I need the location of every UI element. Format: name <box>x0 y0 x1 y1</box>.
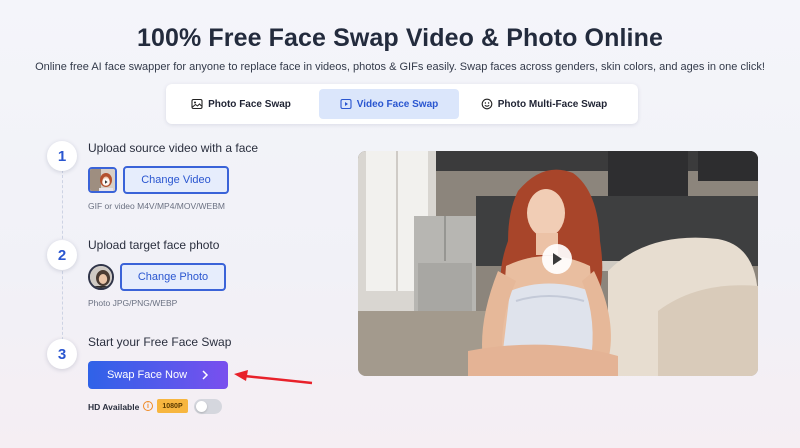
chevron-right-icon <box>202 370 209 380</box>
info-icon[interactable]: i <box>143 401 153 411</box>
step-3-title: Start your Free Face Swap <box>88 335 232 349</box>
change-photo-button[interactable]: Change Photo <box>120 263 226 291</box>
tab-photo-face-swap[interactable]: Photo Face Swap <box>171 89 311 119</box>
step-2-number: 2 <box>47 240 77 270</box>
page-subtitle: Online free AI face swapper for anyone t… <box>35 61 765 73</box>
step-3-number: 3 <box>47 339 77 369</box>
image-icon <box>191 98 203 110</box>
pointer-arrow-icon <box>234 370 313 385</box>
hd-toggle[interactable] <box>194 399 222 414</box>
step-1-title: Upload source video with a face <box>88 141 259 155</box>
video-format-hint: GIF or video M4V/MP4/MOV/WEBM <box>88 201 225 211</box>
multi-face-icon <box>481 98 493 110</box>
swap-face-now-button[interactable]: Swap Face Now <box>88 361 228 389</box>
target-face-thumbnail[interactable] <box>88 264 114 290</box>
tab-video-face-swap[interactable]: Video Face Swap <box>319 89 459 119</box>
toggle-knob <box>196 401 207 412</box>
tab-label: Photo Multi-Face Swap <box>497 98 608 110</box>
step-1-number: 1 <box>47 141 77 171</box>
video-icon <box>340 98 352 110</box>
change-video-button[interactable]: Change Video <box>123 166 229 194</box>
resolution-badge: 1080P <box>157 399 188 413</box>
tab-label: Photo Face Swap <box>208 98 291 110</box>
source-video-thumbnail[interactable] <box>88 167 117 193</box>
swap-button-label: Swap Face Now <box>106 369 188 381</box>
photo-format-hint: Photo JPG/PNG/WEBP <box>88 298 178 308</box>
hd-available-label: HD Available <box>88 402 140 412</box>
play-icon <box>553 253 562 265</box>
play-button[interactable] <box>542 244 572 274</box>
page-title: 100% Free Face Swap Video & Photo Online <box>137 24 663 52</box>
mode-tabs: Photo Face Swap Video Face Swap Photo Mu… <box>166 84 638 124</box>
tab-photo-multi-face-swap[interactable]: Photo Multi-Face Swap <box>459 89 629 119</box>
tab-label: Video Face Swap <box>356 98 439 110</box>
step-2-title: Upload target face photo <box>88 238 220 252</box>
